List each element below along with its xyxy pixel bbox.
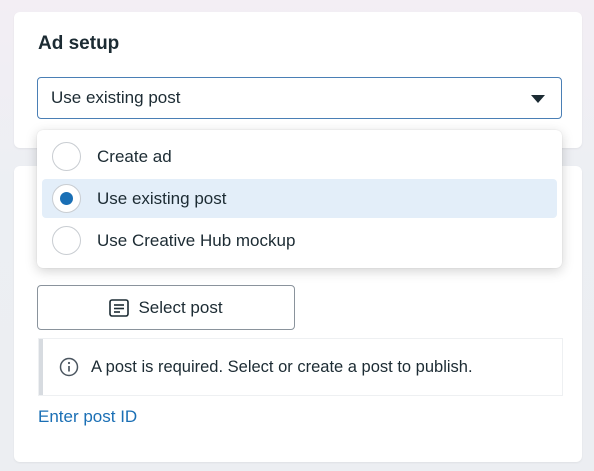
enter-post-id-link[interactable]: Enter post ID xyxy=(38,407,137,427)
option-label: Create ad xyxy=(97,146,172,166)
option-label: Use Creative Hub mockup xyxy=(97,230,296,250)
ad-setup-panel: Ad setup Use existing post Create ad Use… xyxy=(0,0,594,471)
info-icon xyxy=(59,357,79,377)
dropdown-menu: Create ad Use existing post Use Creative… xyxy=(37,130,562,268)
document-icon xyxy=(109,298,130,317)
radio-use-existing-post[interactable] xyxy=(52,184,81,213)
required-post-notice: A post is required. Select or create a p… xyxy=(39,339,562,395)
select-post-label: Select post xyxy=(138,297,223,317)
option-create-ad[interactable]: Create ad xyxy=(42,137,557,176)
option-label: Use existing post xyxy=(97,188,227,208)
section-title: Ad setup xyxy=(38,33,120,54)
select-post-button[interactable]: Select post xyxy=(37,285,295,330)
option-use-creative-hub-mockup[interactable]: Use Creative Hub mockup xyxy=(42,221,557,260)
notice-text: A post is required. Select or create a p… xyxy=(91,357,473,376)
radio-use-creative-hub-mockup[interactable] xyxy=(52,226,81,255)
caret-down-icon xyxy=(531,95,545,103)
radio-create-ad[interactable] xyxy=(52,142,81,171)
dropdown-value: Use existing post xyxy=(51,88,181,107)
option-use-existing-post[interactable]: Use existing post xyxy=(42,179,557,218)
ad-setup-dropdown[interactable]: Use existing post xyxy=(37,77,562,119)
